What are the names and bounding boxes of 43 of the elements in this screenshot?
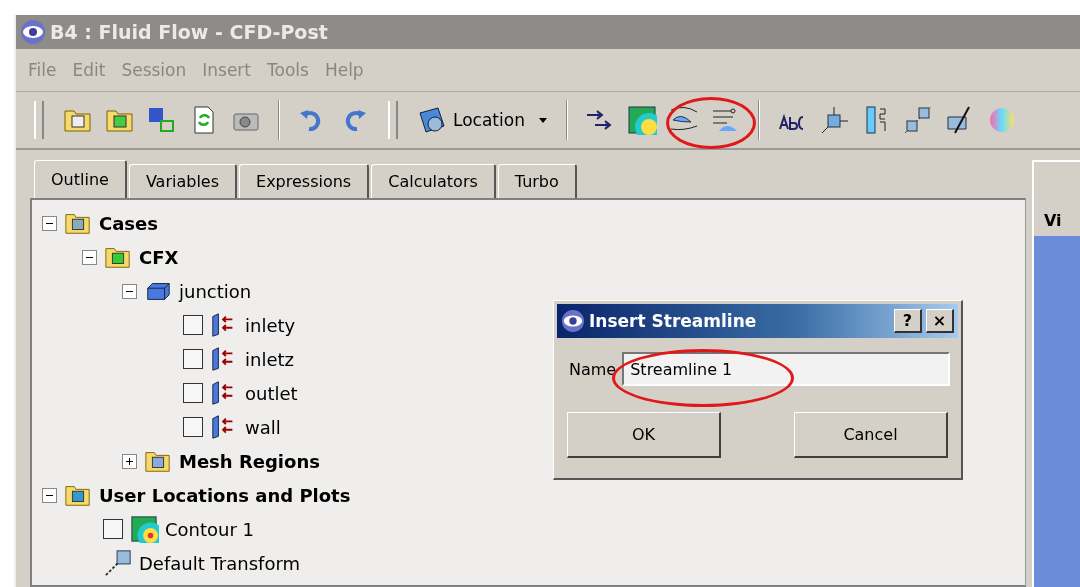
expand-icon[interactable] bbox=[122, 453, 137, 469]
dialog-button[interactable]: OK bbox=[567, 412, 721, 458]
tree-item[interactable]: junction bbox=[179, 280, 252, 302]
location-dropdown[interactable]: Location bbox=[414, 103, 552, 137]
dialog-button[interactable]: Cancel bbox=[794, 412, 948, 458]
toolbar-grip[interactable] bbox=[34, 101, 44, 139]
checkbox[interactable] bbox=[183, 349, 203, 369]
transform-icon bbox=[103, 549, 133, 577]
tree-item[interactable]: wall bbox=[245, 416, 281, 438]
tree-item[interactable]: Contour 1 bbox=[165, 518, 255, 540]
checkbox[interactable] bbox=[183, 383, 203, 403]
collapse-icon[interactable] bbox=[42, 215, 57, 231]
checkbox[interactable] bbox=[183, 315, 203, 335]
help-button[interactable]: ? bbox=[894, 309, 922, 333]
tree-item[interactable]: CFX bbox=[139, 246, 179, 268]
location-icon bbox=[417, 105, 447, 135]
dialog-title: Insert Streamline bbox=[589, 311, 758, 331]
close-button[interactable]: × bbox=[926, 309, 954, 333]
eye-logo-icon bbox=[561, 309, 585, 333]
tab[interactable]: Outline bbox=[34, 160, 127, 198]
contour-icon bbox=[129, 515, 159, 543]
tree-item[interactable]: inletz bbox=[245, 348, 294, 370]
collapse-icon[interactable] bbox=[42, 487, 57, 503]
eye-logo-icon bbox=[20, 19, 46, 45]
checkbox[interactable] bbox=[103, 519, 123, 539]
tree-item[interactable]: Mesh Regions bbox=[179, 450, 320, 472]
name-input-field[interactable]: Streamline 1 bbox=[622, 352, 950, 386]
tree-item[interactable]: outlet bbox=[245, 382, 298, 404]
tree-item[interactable]: Default Transform bbox=[139, 552, 301, 574]
window-title: B4 : Fluid Flow - CFD-Post bbox=[50, 21, 328, 43]
tree-item[interactable]: Cases bbox=[99, 212, 158, 234]
collapse-icon[interactable] bbox=[122, 283, 137, 299]
tab[interactable]: Expressions bbox=[239, 164, 370, 198]
tab[interactable]: Calculators bbox=[371, 164, 496, 198]
tree-item[interactable]: User Locations and Plots bbox=[99, 484, 351, 506]
tree-item[interactable]: inlety bbox=[245, 314, 296, 336]
collapse-icon[interactable] bbox=[82, 249, 97, 265]
tab[interactable]: Variables bbox=[128, 164, 237, 198]
name-label: Name bbox=[569, 359, 617, 379]
tab[interactable]: Turbo bbox=[497, 164, 577, 198]
checkbox[interactable] bbox=[183, 417, 203, 437]
toolbar-grip[interactable] bbox=[388, 101, 398, 139]
viewer-title: Vi bbox=[1044, 211, 1062, 230]
